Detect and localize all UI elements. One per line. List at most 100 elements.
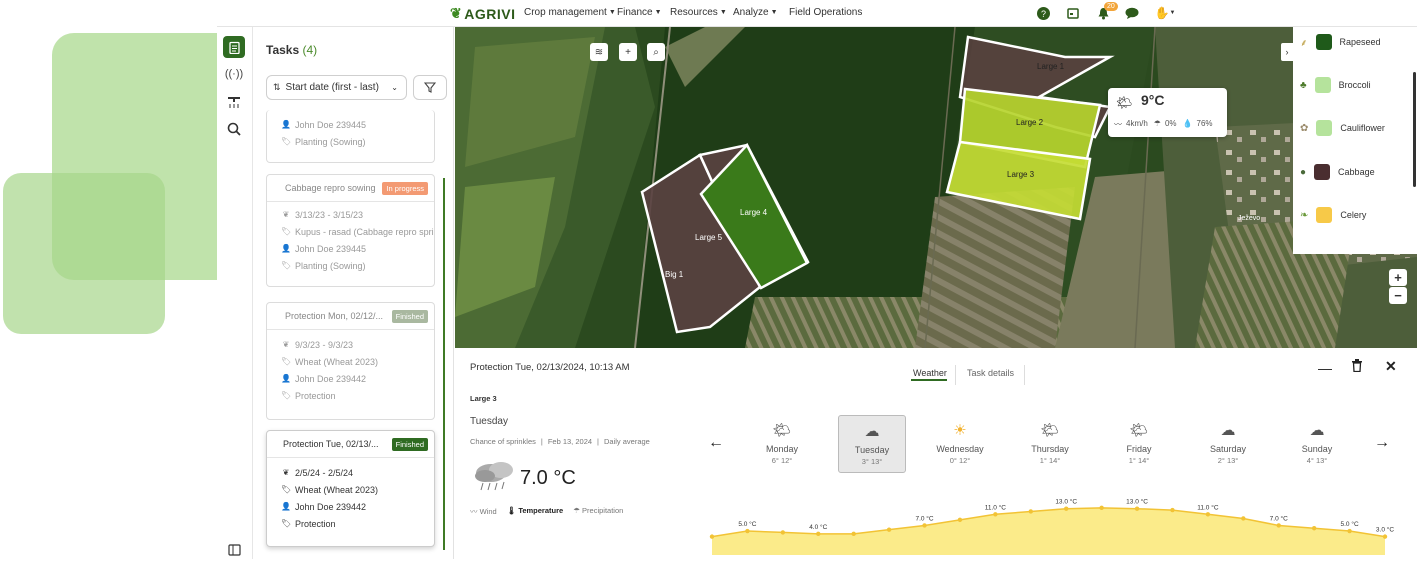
add-field-button[interactable]: +	[619, 43, 637, 61]
chart-point[interactable]	[1276, 523, 1281, 528]
legend-collapse-button[interactable]: ›	[1281, 43, 1293, 61]
chart-point[interactable]	[745, 528, 750, 534]
chart-point[interactable]	[1241, 516, 1246, 521]
forecast-day[interactable]: 🌤 Friday 1° 14°	[1105, 415, 1173, 473]
satellite-map[interactable]	[455, 27, 1417, 348]
chart-point[interactable]	[1099, 505, 1104, 511]
mode-precipitation[interactable]: ☂ Precipitation	[573, 506, 623, 517]
delete-icon[interactable]	[1351, 359, 1363, 377]
popup-temperature: 9°C	[1141, 92, 1165, 108]
chart-data-label: 7.0 °C	[1270, 514, 1288, 522]
forecast-day[interactable]: 🌤 Thursday 1° 14°	[1016, 415, 1084, 473]
cloudy-icon: ☁	[864, 423, 880, 440]
status-badge: Finished	[391, 309, 428, 323]
forecast-day[interactable]: ☀ Wednesday 0° 12°	[926, 415, 994, 473]
task-card[interactable]: Cabbage repro sowing In progress ❦ 3/13/23…	[266, 174, 435, 287]
layers-button[interactable]: ≋	[590, 43, 608, 61]
chat-icon[interactable]	[1124, 5, 1140, 21]
menu-analyze[interactable]: Analyze ▼	[733, 7, 778, 18]
map-search-button[interactable]: ⌕	[647, 43, 665, 61]
user-menu-icon[interactable]: ✋ ▼	[1153, 5, 1177, 21]
chevron-down-icon: ▼	[654, 9, 662, 16]
chart-point[interactable]	[780, 530, 786, 535]
chart-point[interactable]	[1382, 534, 1388, 539]
task-card[interactable]: 👤 John Doe 239445 🏷 Planting (Sowing)	[266, 110, 435, 163]
menu-field-operations[interactable]: Field Operations	[789, 7, 862, 18]
legend-item: ✿ Cauliflower	[1300, 119, 1385, 137]
tab-task-details[interactable]: Task details	[967, 368, 1014, 378]
calendar-icon[interactable]	[1065, 5, 1081, 21]
field-label: Big 1	[665, 270, 684, 279]
forecast-day-selected[interactable]: ☁ Tuesday 3° 13°	[838, 415, 906, 473]
chart-point[interactable]	[922, 523, 927, 528]
chart-point[interactable]	[1170, 507, 1175, 513]
chevron-down-icon: ▼	[1169, 10, 1176, 16]
chart-point[interactable]	[1205, 512, 1211, 517]
chart-point[interactable]	[1347, 528, 1352, 534]
sensors-nav-button[interactable]: ((·))	[223, 63, 245, 85]
menu-finance[interactable]: Finance ▼	[617, 7, 662, 18]
zoom-in-button[interactable]: +	[1389, 269, 1407, 286]
status-badge: In progress	[382, 181, 428, 195]
mode-wind[interactable]: 〰 Wind	[470, 506, 497, 517]
task-dates: ❦ 3/13/23 - 3/15/23	[282, 209, 364, 220]
scrollbar[interactable]	[443, 178, 445, 550]
forecast-day[interactable]: ☁ Saturday 2° 13°	[1194, 415, 1262, 473]
prev-arrow-icon[interactable]: ←	[708, 434, 724, 452]
chart-point[interactable]	[993, 512, 998, 517]
detail-field: Large 3	[470, 394, 497, 403]
scouting-nav-button[interactable]	[223, 118, 245, 140]
rapeseed-icon: ⸙	[1300, 38, 1308, 49]
field-label: Large 1	[1037, 62, 1065, 71]
sort-dropdown[interactable]: ⇅ Start date (first - last) ⌄	[266, 75, 407, 100]
tasks-heading: Tasks (4)	[266, 43, 318, 57]
chart-point[interactable]	[1311, 526, 1317, 531]
plus-icon: +	[625, 46, 631, 58]
help-icon[interactable]: ?	[1035, 5, 1051, 21]
chart-point[interactable]	[957, 517, 963, 523]
menu-crop-management[interactable]: Crop management ▼	[524, 7, 616, 18]
wind-icon: 〰	[1114, 120, 1122, 129]
field-label: Large 2	[1016, 118, 1044, 127]
droplet-icon: 💧	[1182, 119, 1193, 128]
chart-mode-toggle: 〰 Wind 🌡 Temperature ☂ Precipitation	[470, 506, 623, 517]
chart-data-label: 11.0 °C	[1197, 503, 1219, 511]
search-icon: ⌕	[653, 46, 659, 58]
chart-point[interactable]	[1134, 506, 1140, 511]
filter-icon	[424, 82, 436, 93]
forecast-day[interactable]: 🌤 Monday 6° 12°	[748, 415, 816, 473]
zoom-out-button[interactable]: −	[1389, 287, 1407, 304]
irrigation-nav-button[interactable]	[223, 91, 245, 113]
chart-point[interactable]	[709, 534, 715, 539]
weather-popup: 🌤 9°C 〰 4km/h ☂ 0% 💧 76%	[1108, 88, 1227, 137]
minimize-icon[interactable]: —	[1318, 360, 1332, 376]
temperature-chart: 5.0 °C 4.0 °C 7.0 °C 11.0 °C 13.0 °C 13.0 °C 1…	[700, 495, 1405, 555]
close-icon[interactable]: ✕	[1385, 358, 1397, 375]
tab-weather[interactable]: Weather	[913, 368, 947, 378]
chart-point[interactable]	[816, 531, 821, 537]
task-card-header: Protection Mon, 02/12/... Finished	[267, 303, 434, 330]
chart-point[interactable]	[1028, 509, 1033, 514]
next-arrow-icon[interactable]: →	[1374, 434, 1390, 452]
sidebar-toggle-icon	[227, 544, 241, 556]
chart-point[interactable]	[886, 527, 892, 532]
tag-icon: 🏷	[281, 357, 292, 366]
filter-button[interactable]	[413, 75, 447, 100]
task-card-selected[interactable]: Protection Tue, 02/13/... Finished ❦ 2/5/2…	[266, 430, 435, 547]
user-icon: 👤	[281, 120, 291, 129]
town-label: Ježevo	[1238, 215, 1261, 222]
tasks-nav-button[interactable]	[223, 36, 245, 58]
legend-scrollbar[interactable]	[1413, 72, 1416, 187]
cloudy-icon: ☁	[1309, 422, 1325, 439]
task-card[interactable]: Protection Mon, 02/12/... Finished ❦ 9/3/2…	[266, 302, 435, 420]
chart-point[interactable]	[1064, 506, 1069, 511]
logo[interactable]: ❦ AGRIVI	[450, 5, 515, 22]
chart-point[interactable]	[851, 531, 856, 537]
field-label: Large 3	[1007, 170, 1035, 179]
menu-resources[interactable]: Resources ▼	[670, 7, 727, 18]
selected-day-name: Tuesday	[470, 416, 508, 427]
mode-temperature[interactable]: 🌡 Temperature	[507, 506, 564, 517]
cabbage-icon: ●	[1300, 166, 1307, 178]
forecast-day[interactable]: ☁ Sunday 4° 13°	[1283, 415, 1351, 473]
collapse-sidebar-button[interactable]	[223, 539, 245, 561]
